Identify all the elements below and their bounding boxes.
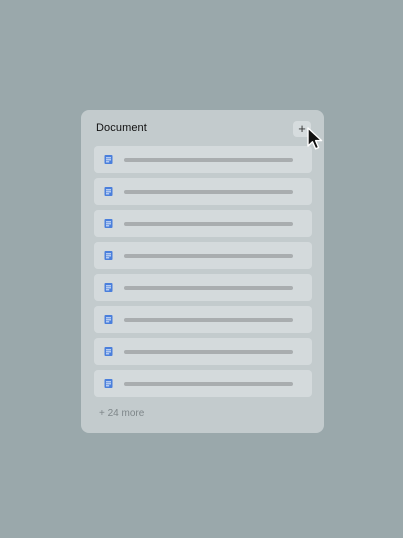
arrow-cursor-icon <box>307 127 323 150</box>
item-title-placeholder <box>124 350 293 354</box>
list-item[interactable] <box>94 146 312 173</box>
item-title-placeholder <box>124 190 293 194</box>
more-items-link[interactable]: + 24 more <box>99 408 144 419</box>
document-icon <box>104 315 113 324</box>
item-title-placeholder <box>124 286 293 290</box>
document-icon <box>104 219 113 228</box>
document-icon <box>104 347 113 356</box>
document-icon <box>104 379 113 388</box>
list-item[interactable] <box>94 178 312 205</box>
list-item[interactable] <box>94 210 312 237</box>
list-item[interactable] <box>94 242 312 269</box>
list-item[interactable] <box>94 306 312 333</box>
panel-title: Document <box>96 122 147 134</box>
document-panel: Document + + 24 more <box>81 110 324 433</box>
item-title-placeholder <box>124 318 293 322</box>
document-icon <box>104 251 113 260</box>
document-icon <box>104 187 113 196</box>
document-list <box>94 146 312 402</box>
item-title-placeholder <box>124 382 293 386</box>
document-icon <box>104 155 113 164</box>
item-title-placeholder <box>124 254 293 258</box>
item-title-placeholder <box>124 222 293 226</box>
list-item[interactable] <box>94 370 312 397</box>
list-item[interactable] <box>94 338 312 365</box>
item-title-placeholder <box>124 158 293 162</box>
list-item[interactable] <box>94 274 312 301</box>
document-icon <box>104 283 113 292</box>
